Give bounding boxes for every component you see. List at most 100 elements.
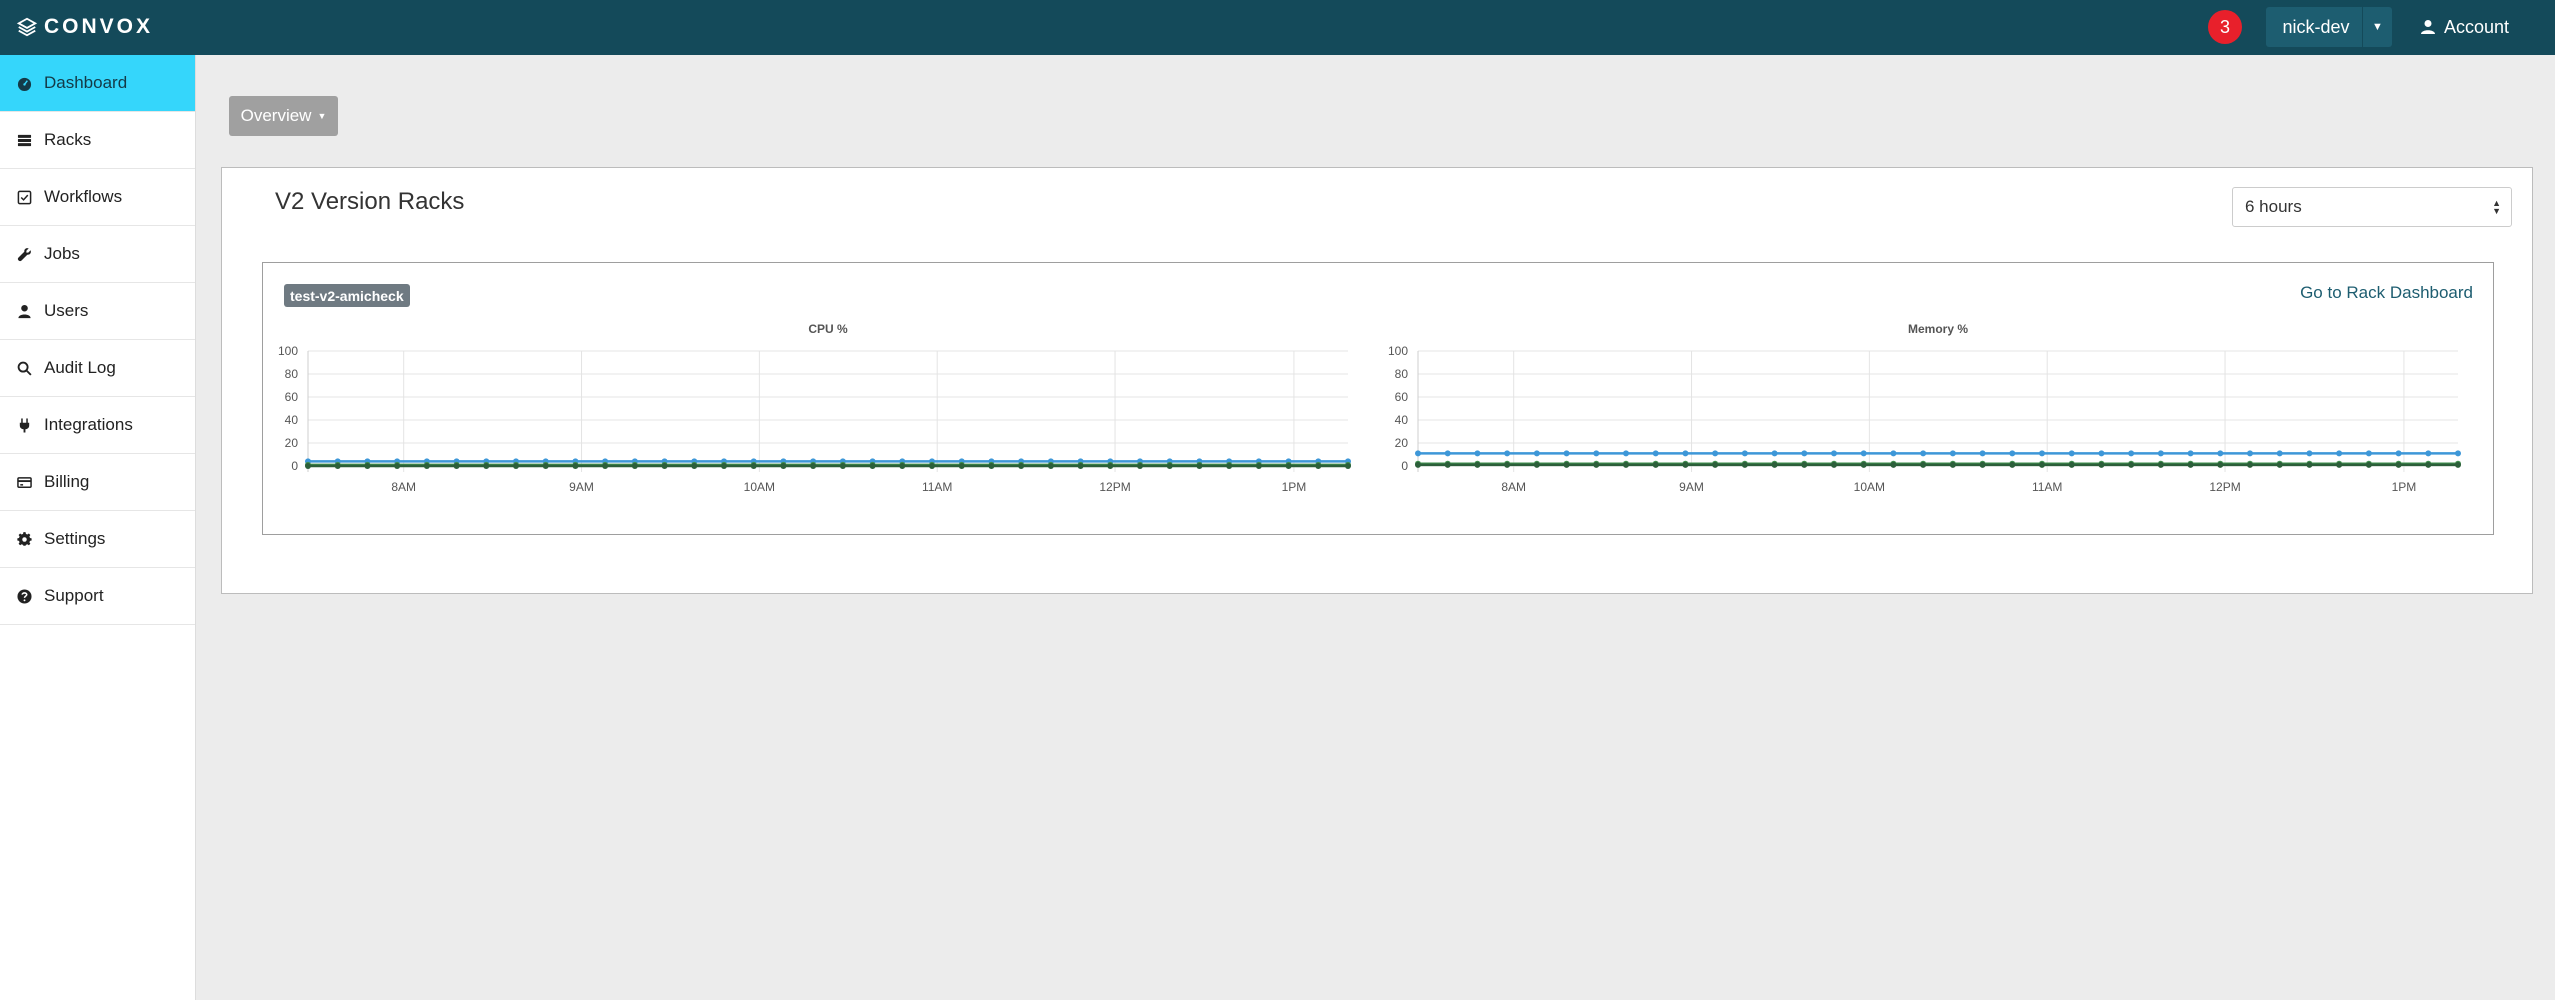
rack-selector[interactable]: nick-dev ▼ [2266,7,2392,47]
data-point [1682,450,1689,457]
data-point [394,463,401,469]
data-point [2068,461,2075,468]
data-point [453,463,460,469]
data-point [1712,450,1719,457]
sidebar-item-billing[interactable]: Billing [0,454,195,511]
data-point [1771,461,1778,468]
data-point [2365,461,2372,468]
select-arrows-icon: ▲ ▼ [2492,198,2501,216]
sidebar-item-label: Billing [44,472,90,491]
sidebar-item-dashboard[interactable]: Dashboard [0,55,195,112]
data-point [988,463,995,469]
data-point [1504,461,1511,468]
data-point [1047,463,1054,469]
go-to-rack-dashboard-link[interactable]: Go to Rack Dashboard [2300,283,2473,303]
rack-selector-label[interactable]: nick-dev [2266,17,2362,38]
x-tick-label: 9AM [569,480,594,494]
chart-title: Memory % [1908,322,1968,336]
plug-icon [19,417,30,433]
caret-down-icon[interactable]: ▼ [2362,7,2392,47]
data-point [2217,461,2224,468]
sidebar-item-audit-log[interactable]: Audit Log [0,340,195,397]
data-point [1652,461,1659,468]
data-point [483,463,490,469]
search-icon [17,361,32,376]
data-point [2128,461,2135,468]
data-point [364,463,371,469]
data-point [2395,461,2402,468]
data-point [929,463,935,469]
data-point [1593,450,1600,457]
overview-dropdown-button[interactable]: Overview ▼ [229,96,338,136]
x-tick-label: 11AM [922,480,952,494]
sidebar-item-settings[interactable]: Settings [0,511,195,568]
notification-badge[interactable]: 3 [2208,10,2242,44]
data-point [1831,450,1837,457]
data-point [2009,450,2016,457]
sidebar-item-users[interactable]: Users [0,283,195,340]
x-tick-label: 11AM [2032,480,2062,494]
data-point [2098,461,2105,468]
time-range-value: 6 hours [2245,197,2302,216]
data-point [869,463,876,469]
x-tick-label: 8AM [1501,480,1526,494]
question-circle-icon [17,588,32,604]
x-tick-label: 12PM [1099,480,1130,494]
data-point [1920,461,1927,468]
cpu-chart-svg: CPU % 0 20 40 60 80 100 8AM 9AM 10AM 11AM 12PM 1PM [278,322,1351,494]
racks-panel: V2 Version Racks 6 hours ▲ ▼ test-v2-amic… [221,167,2533,594]
data-point [1563,461,1570,468]
data-point [542,463,549,469]
data-point [2306,461,2313,468]
data-point [1533,461,1540,468]
panel-title: V2 Version Racks [275,188,465,215]
gear-icon [17,531,32,546]
y-tick-label: 60 [1395,390,1409,404]
sidebar-item-support[interactable]: Support [0,568,195,625]
data-point [1285,463,1292,469]
top-navbar: CONVOX 3 nick-dev ▼ Account [0,0,2555,55]
data-point [958,463,965,469]
data-point [1860,461,1867,468]
account-menu[interactable]: Account [2420,14,2509,40]
user-icon [18,304,31,318]
data-point [1474,461,1481,468]
data-point [2306,450,2313,457]
overview-label: Overview [240,106,312,125]
data-point [1018,463,1025,469]
data-point [1771,450,1778,457]
data-point [1623,450,1629,457]
data-point [1137,463,1143,469]
data-point [1712,461,1719,468]
data-point [1623,461,1629,468]
sidebar-item-jobs[interactable]: Jobs [0,226,195,283]
y-tick-label: 20 [285,436,299,450]
x-tick-label: 10AM [744,480,775,494]
sidebar-item-label: Users [44,301,89,320]
data-point [1949,461,1956,468]
data-point [2365,450,2372,457]
sidebar-item-integrations[interactable]: Integrations [0,397,195,454]
x-tick-label: 12PM [2209,480,2240,494]
account-label[interactable]: Account [2444,17,2509,38]
data-point [1226,463,1233,469]
data-point [839,463,846,469]
data-point [1504,450,1511,457]
sidebar-item-workflows[interactable]: Workflows [0,169,195,226]
y-tick-label: 100 [1388,344,1408,358]
sidebar-item-label: Integrations [44,415,133,434]
data-point [334,463,341,469]
y-tick-label: 0 [291,459,298,473]
y-tick-label: 40 [1395,413,1409,427]
data-point [2247,461,2253,468]
y-tick-label: 80 [285,367,299,381]
time-range-select[interactable]: 6 hours ▲ ▼ [2232,187,2512,227]
data-point [1890,461,1897,468]
x-tick-label: 1PM [2392,480,2417,494]
data-point [1196,463,1203,469]
data-point [1652,450,1659,457]
data-point [661,463,668,469]
convox-logo[interactable]: CONVOX [16,14,153,40]
sidebar-item-label: Dashboard [44,73,128,92]
sidebar-item-racks[interactable]: Racks [0,112,195,169]
